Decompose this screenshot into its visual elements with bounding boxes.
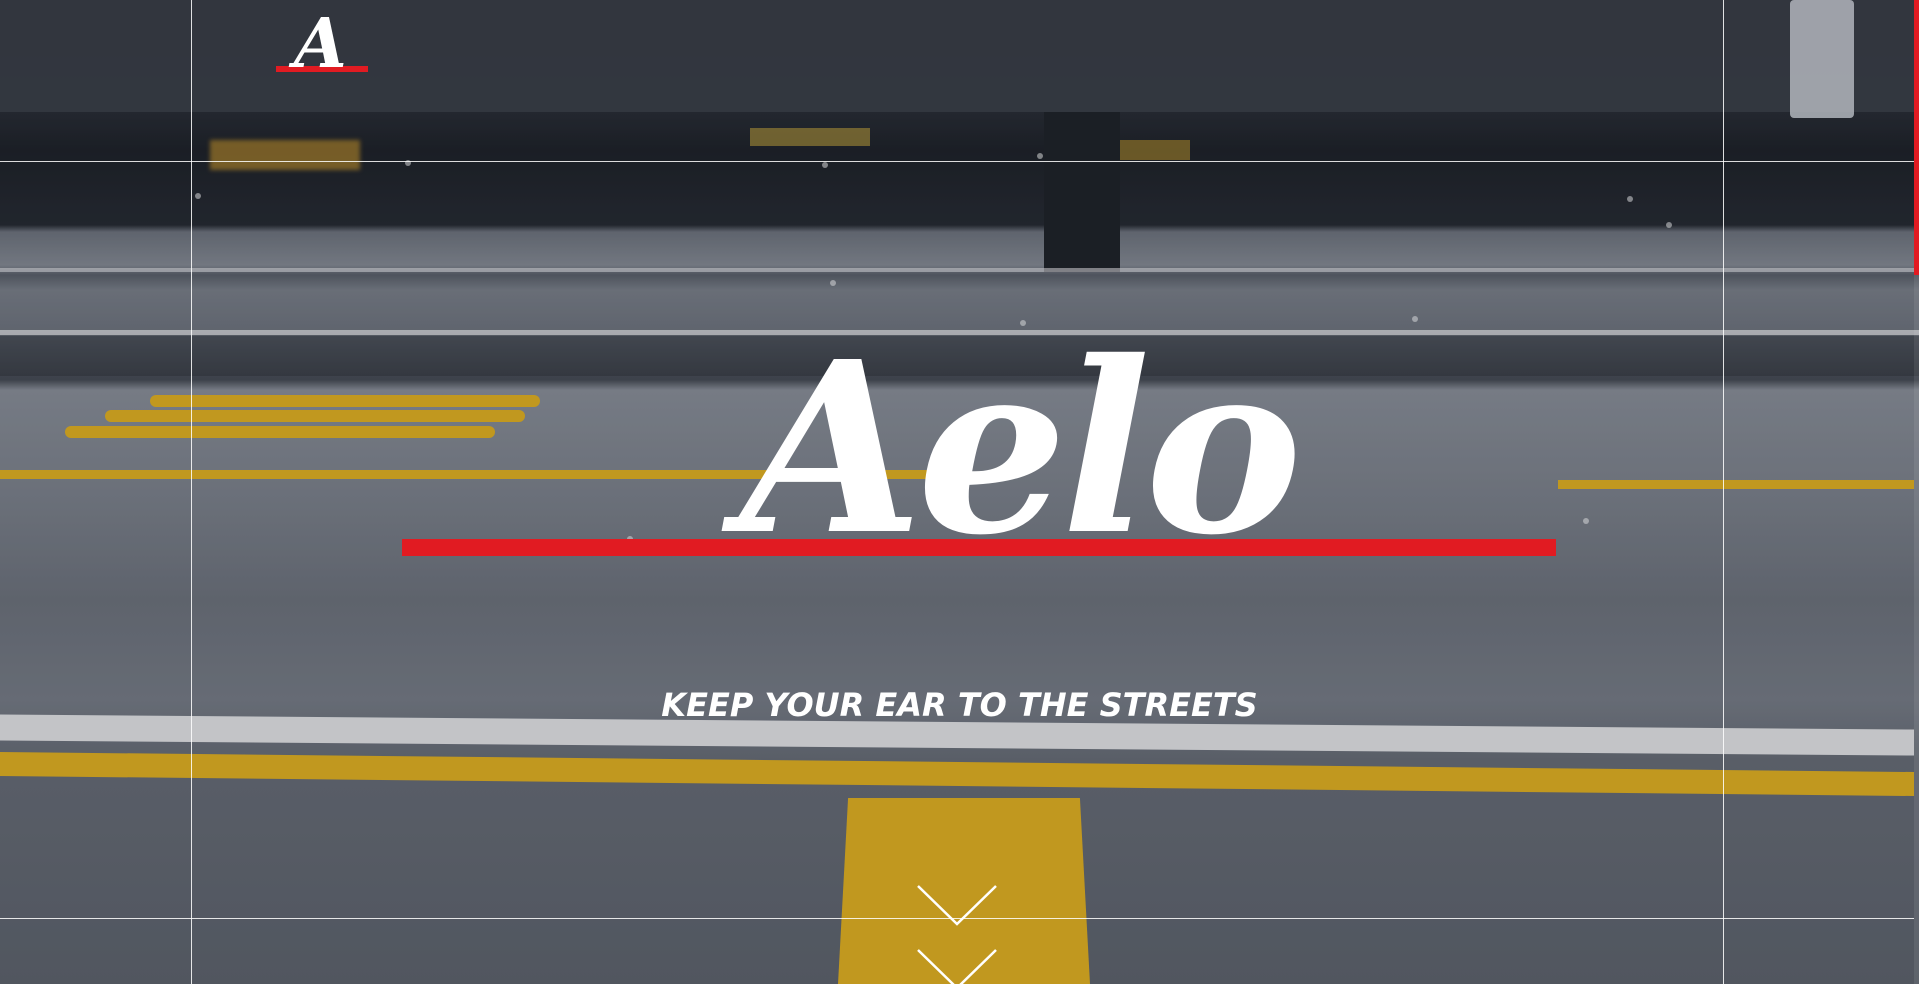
grid-line-vertical <box>1723 0 1724 984</box>
grid-line-vertical <box>191 0 192 984</box>
chevron-down-icon[interactable] <box>916 948 998 984</box>
chevron-down-icon[interactable] <box>916 884 998 928</box>
scrollbar-thumb[interactable] <box>1914 0 1919 275</box>
hero-tagline: KEEP YOUR EAR TO THE STREETS <box>661 686 1258 724</box>
logo-letter: A <box>294 4 347 84</box>
page: A Aelo KEEP YOUR EAR TO THE STREETS <box>0 0 1919 984</box>
hero-title: Aelo <box>740 309 1302 587</box>
grid-line-horizontal <box>0 161 1914 162</box>
site-logo[interactable]: A <box>276 10 368 90</box>
